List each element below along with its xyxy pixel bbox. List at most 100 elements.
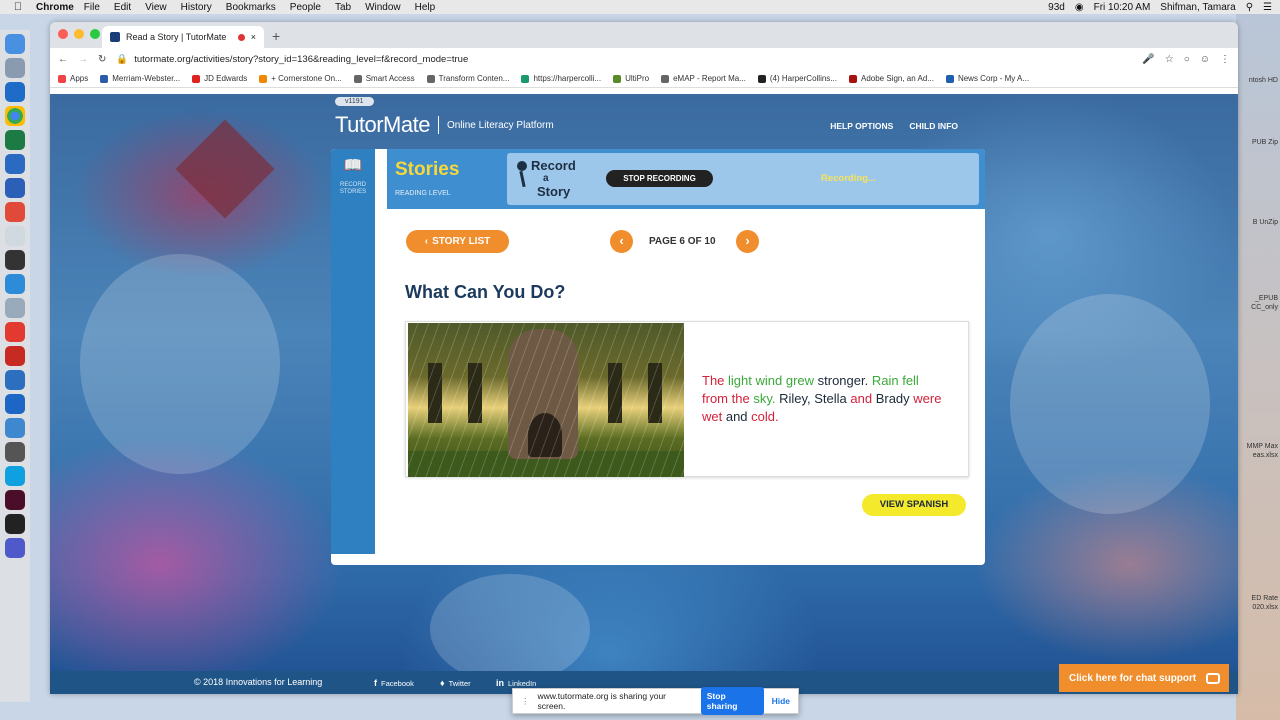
bookmark-item[interactable]: News Corp - My A...	[945, 74, 1029, 83]
view-spanish-button[interactable]: VIEW SPANISH	[862, 494, 966, 516]
story-word[interactable]: were	[913, 391, 941, 406]
desktop-file[interactable]: _EPUB CC_only	[1238, 294, 1278, 312]
search-icon[interactable]: ⚲	[1246, 2, 1253, 13]
story-word[interactable]: fell	[902, 373, 919, 388]
launchpad-icon[interactable]	[5, 58, 25, 78]
story-word[interactable]: wind	[755, 373, 785, 388]
story-word[interactable]: wet	[702, 409, 726, 424]
battery-status[interactable]: 93d	[1048, 2, 1065, 13]
acrobat-icon[interactable]	[5, 346, 25, 366]
story-word[interactable]: sky.	[753, 391, 779, 406]
linkedin-link[interactable]: in LinkedIn	[496, 678, 536, 688]
story-word[interactable]: cold.	[751, 409, 778, 424]
menu-list-icon[interactable]: ☰	[1263, 2, 1272, 13]
wifi-icon[interactable]: ◉	[1075, 2, 1084, 13]
next-page-button[interactable]: ›	[736, 230, 759, 253]
story-word[interactable]: The	[702, 373, 728, 388]
desktop-file[interactable]: ED Rate 020.xlsx	[1238, 594, 1278, 612]
app-icon[interactable]	[5, 370, 25, 390]
forward-icon[interactable]: →	[78, 54, 88, 65]
chat-support-button[interactable]: Click here for chat support	[1059, 664, 1229, 692]
acrobat-icon[interactable]	[5, 322, 25, 342]
help-options-link[interactable]: HELP OPTIONS	[830, 121, 893, 131]
app-icon[interactable]	[5, 202, 25, 222]
app-icon[interactable]	[5, 442, 25, 462]
desktop-file[interactable]: ntosh HD	[1238, 76, 1278, 85]
app-icon[interactable]	[5, 154, 25, 174]
bookmark-item[interactable]: Adobe Sign, an Ad...	[848, 74, 934, 83]
menu-view[interactable]: View	[145, 2, 167, 13]
zoom-window-button[interactable]	[90, 29, 100, 39]
url-field[interactable]: 🔒 tutormate.org/activities/story?story_i…	[116, 54, 1132, 65]
bookmark-item[interactable]: Smart Access	[353, 74, 415, 83]
app-icon[interactable]	[5, 274, 25, 294]
menu-edit[interactable]: Edit	[114, 2, 131, 13]
story-word[interactable]: Rain	[872, 373, 902, 388]
bookmark-star-icon[interactable]: ☆	[1165, 54, 1174, 65]
bookmark-item[interactable]: eMAP - Report Ma...	[661, 74, 746, 83]
bookmark-item[interactable]: https://harpercolli...	[521, 74, 601, 83]
facebook-link[interactable]: f Facebook	[374, 678, 414, 688]
new-tab-button[interactable]: +	[272, 28, 280, 44]
more-menu-icon[interactable]: ⋮	[1220, 54, 1230, 65]
bookmark-item[interactable]: JD Edwards	[192, 74, 247, 83]
previous-page-button[interactable]: ‹	[610, 230, 633, 253]
story-word[interactable]: Brady	[876, 391, 914, 406]
bookmark-item[interactable]: + Cornerstone On...	[259, 74, 342, 83]
menu-people[interactable]: People	[290, 2, 321, 13]
excel-icon[interactable]	[5, 130, 25, 150]
word-icon[interactable]	[5, 178, 25, 198]
close-tab-icon[interactable]: ×	[251, 32, 256, 42]
skype-icon[interactable]	[5, 466, 25, 486]
preview-icon[interactable]	[5, 298, 25, 318]
menu-tab[interactable]: Tab	[335, 2, 351, 13]
bookmark-item[interactable]: Transform Conten...	[426, 74, 509, 83]
story-word[interactable]: grew	[786, 373, 818, 388]
menu-app-name[interactable]: Chrome	[36, 2, 74, 13]
outlook-icon[interactable]	[5, 82, 25, 102]
bookmark-item[interactable]: Apps	[58, 74, 88, 83]
close-window-button[interactable]	[58, 29, 68, 39]
browser-tab[interactable]: Read a Story | TutorMate ×	[102, 26, 264, 48]
mic-icon[interactable]: 🎤	[1142, 54, 1154, 65]
stop-recording-button[interactable]: STOP RECORDING	[606, 170, 713, 187]
menu-bookmarks[interactable]: Bookmarks	[226, 2, 276, 13]
reload-icon[interactable]: ↻	[98, 54, 106, 65]
menu-history[interactable]: History	[181, 2, 212, 13]
book-icon[interactable]: 📖	[343, 158, 363, 174]
hide-share-bar-button[interactable]: Hide	[772, 696, 790, 706]
twitter-link[interactable]: ♦ Twitter	[440, 678, 471, 688]
story-word[interactable]: light	[728, 373, 755, 388]
story-list-button[interactable]: ‹ STORY LIST	[406, 230, 509, 253]
bookmark-item[interactable]: (4) HarperCollins...	[757, 74, 837, 83]
user-name[interactable]: Shifman, Tamara	[1160, 2, 1235, 13]
desktop-file[interactable]: PUB Zip	[1238, 138, 1278, 147]
story-word[interactable]: and	[726, 409, 751, 424]
story-word[interactable]: stronger.	[818, 373, 872, 388]
story-word[interactable]: the	[732, 391, 754, 406]
profile-icon[interactable]: ☺	[1200, 54, 1210, 65]
record-stories-link[interactable]: RECORD STORIES	[331, 182, 375, 196]
story-word[interactable]: Stella	[814, 391, 850, 406]
chrome-icon[interactable]	[5, 106, 25, 126]
story-word[interactable]: Riley,	[779, 391, 814, 406]
story-word[interactable]: from	[702, 391, 732, 406]
app-icon[interactable]	[5, 226, 25, 246]
app-icon[interactable]	[5, 394, 25, 414]
tutormate-logo[interactable]: TutorMate Online Literacy Platform	[335, 112, 554, 138]
menu-file[interactable]: File	[84, 2, 100, 13]
menu-help[interactable]: Help	[415, 2, 436, 13]
teams-icon[interactable]	[5, 538, 25, 558]
indesign-icon[interactable]	[5, 490, 25, 510]
child-info-link[interactable]: CHILD INFO	[909, 121, 958, 131]
minimize-window-button[interactable]	[74, 29, 84, 39]
menu-window[interactable]: Window	[365, 2, 401, 13]
drag-handle-icon[interactable]: ⋮	[521, 696, 530, 707]
app-icon[interactable]	[5, 514, 25, 534]
back-icon[interactable]: ←	[58, 54, 68, 65]
app-icon[interactable]	[5, 250, 25, 270]
story-word[interactable]: and	[850, 391, 875, 406]
bookmark-item[interactable]: Merriam-Webster...	[100, 74, 180, 83]
stop-sharing-button[interactable]: Stop sharing	[700, 687, 764, 715]
apple-menu-icon[interactable]: 	[8, 1, 28, 13]
